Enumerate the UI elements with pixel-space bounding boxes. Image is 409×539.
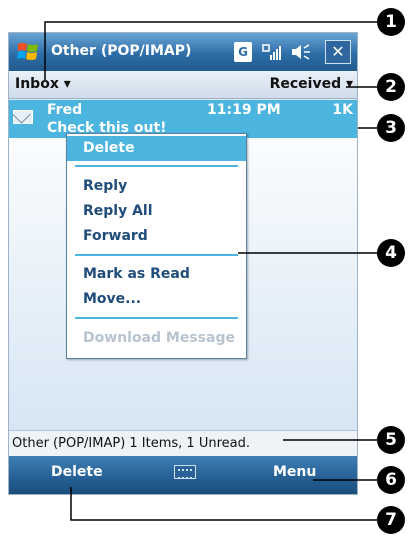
callout-badge-2: 2 [377, 73, 405, 101]
list-header: Inbox ▾ Received ▾ [9, 71, 357, 99]
sync-icon[interactable]: G [234, 42, 252, 62]
menu-separator [75, 254, 238, 256]
callout-badge-1: 1 [377, 8, 405, 36]
menu-separator [75, 165, 238, 167]
status-bar: Other (POP/IMAP) 1 Items, 1 Unread. [9, 430, 357, 456]
callout-badge-4: 4 [377, 239, 405, 267]
menu-item-reply[interactable]: Reply [67, 174, 246, 199]
menu-item-reply-all[interactable]: Reply All [67, 199, 246, 224]
signal-icon[interactable] [262, 42, 282, 62]
callout-badge-6: 6 [377, 466, 405, 494]
context-menu: Delete Reply Reply All Forward Mark as R… [66, 133, 247, 359]
menu-item-forward[interactable]: Forward [67, 224, 246, 249]
sort-dropdown[interactable]: Received ▾ [270, 76, 353, 92]
menu-item-mark-read[interactable]: Mark as Read [67, 262, 246, 287]
message-time: 11:19 PM [207, 102, 281, 118]
callout-badge-3: 3 [377, 114, 405, 142]
message-sender: Fred [47, 102, 83, 118]
close-icon[interactable]: ✕ [325, 40, 351, 64]
app-title: Other (POP/IMAP) [51, 43, 192, 59]
callout-badge-7: 7 [377, 506, 405, 534]
menu-item-delete[interactable]: Delete [67, 136, 246, 161]
volume-icon[interactable] [290, 42, 312, 62]
folder-dropdown[interactable]: Inbox ▾ [15, 76, 71, 92]
menu-item-download: Download Message [83, 330, 235, 346]
status-text: Other (POP/IMAP) 1 Items, 1 Unread. [12, 436, 250, 451]
menu-softkey[interactable]: Menu [273, 464, 316, 480]
device-screen: Other (POP/IMAP) G ✕ Inbox ▾ Received ▾ … [8, 32, 358, 495]
menu-item-move[interactable]: Move... [67, 287, 246, 312]
keyboard-icon[interactable] [174, 465, 196, 479]
delete-softkey[interactable]: Delete [51, 464, 103, 480]
envelope-icon [13, 110, 33, 124]
message-size: 1K [332, 102, 353, 118]
softkey-bar: Delete Menu [9, 456, 357, 494]
menu-separator [75, 317, 238, 319]
title-bar: Other (POP/IMAP) G ✕ [9, 33, 357, 71]
callout-badge-5: 5 [377, 426, 405, 454]
windows-start-icon[interactable] [15, 39, 41, 65]
